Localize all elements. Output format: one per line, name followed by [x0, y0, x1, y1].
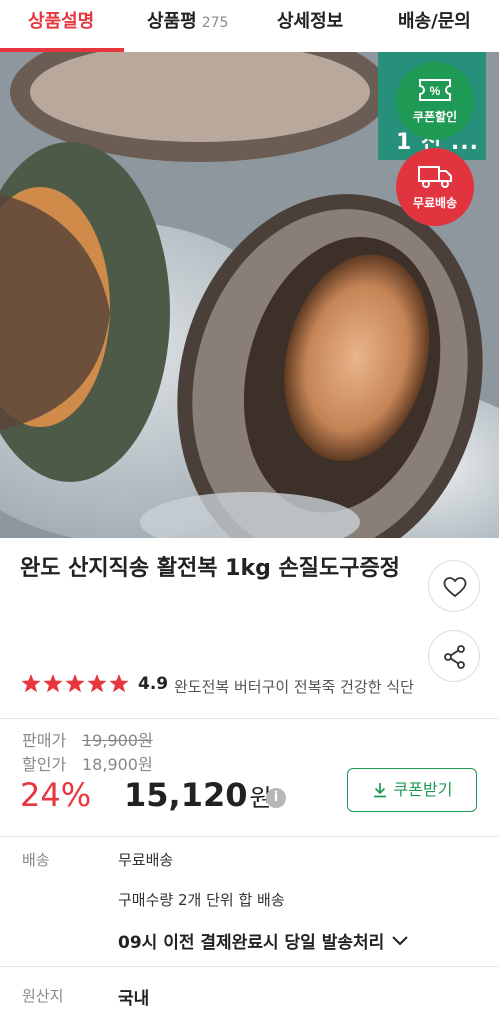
- tab-description-label: 상품설명: [28, 11, 95, 32]
- sale-price-label: 할인가: [22, 755, 67, 774]
- discount-rate: 24%: [20, 776, 92, 814]
- list-price-value: 19,900원: [82, 731, 153, 750]
- shipping-value: 무료배송: [118, 851, 174, 869]
- get-coupon-button[interactable]: 쿠폰받기: [347, 768, 477, 812]
- dispatch-info-toggle[interactable]: 09시 이전 결제완료시 당일 발송처리: [118, 928, 409, 953]
- origin-value: 국내: [118, 989, 150, 1009]
- tab-description[interactable]: 상품설명: [28, 0, 94, 46]
- shipping-note: 구매수량 2개 단위 합 배송: [118, 891, 285, 909]
- tab-shipping-label: 배송/문의: [398, 11, 471, 32]
- shipping-badge-label: 무료배송: [412, 196, 458, 210]
- final-price: 15,120원: [124, 776, 272, 814]
- dispatch-info: 09시 이전 결제완료시 당일 발송처리: [118, 933, 385, 953]
- star-rating-icon: [21, 674, 129, 693]
- heart-icon: [443, 577, 467, 598]
- chevron-down-icon: [392, 936, 409, 946]
- rating-score: 4.9: [138, 674, 169, 694]
- tab-details[interactable]: 상세정보: [277, 0, 343, 46]
- coupon-discount-badge: % 쿠폰할인: [396, 62, 474, 140]
- share-icon: [444, 645, 465, 669]
- review-count: 275: [201, 15, 229, 31]
- divider: [0, 836, 499, 837]
- sale-price-value: 18,900원: [82, 755, 153, 774]
- tab-reviews-label: 상품평: [147, 11, 197, 32]
- coupon-percent-icon: %: [419, 79, 451, 101]
- rating-row[interactable]: 4.9 완도전복 버터구이 전복죽 건강한 식단: [20, 672, 420, 698]
- free-shipping-badge: 무료배송: [396, 148, 474, 226]
- download-icon: [373, 783, 386, 798]
- divider: [0, 966, 499, 967]
- svg-text:%: %: [430, 84, 441, 98]
- truck-icon: [418, 166, 452, 188]
- share-button[interactable]: [428, 630, 480, 682]
- origin-label: 원산지: [22, 987, 64, 1005]
- product-title: 완도 산지직송 활전복 1kg 손질도구증정: [20, 556, 400, 581]
- divider: [0, 718, 499, 719]
- get-coupon-label: 쿠폰받기: [393, 780, 453, 799]
- coupon-badge-label: 쿠폰할인: [412, 110, 458, 124]
- product-tags: 완도전복 버터구이 전복죽 건강한 식단: [174, 678, 414, 696]
- product-tab-bar: 상품설명 상품평 275 상세정보 배송/문의: [0, 0, 499, 52]
- tab-shipping-inquiry[interactable]: 배송/문의: [398, 0, 471, 46]
- price-info-icon[interactable]: i: [266, 788, 286, 808]
- tab-reviews[interactable]: 상품평 275: [147, 0, 228, 46]
- final-price-amount: 15,120: [124, 776, 248, 814]
- tab-details-label: 상세정보: [277, 11, 344, 32]
- list-price-label: 판매가: [22, 731, 67, 750]
- shipping-label: 배송: [22, 851, 50, 869]
- wishlist-button[interactable]: [428, 560, 480, 612]
